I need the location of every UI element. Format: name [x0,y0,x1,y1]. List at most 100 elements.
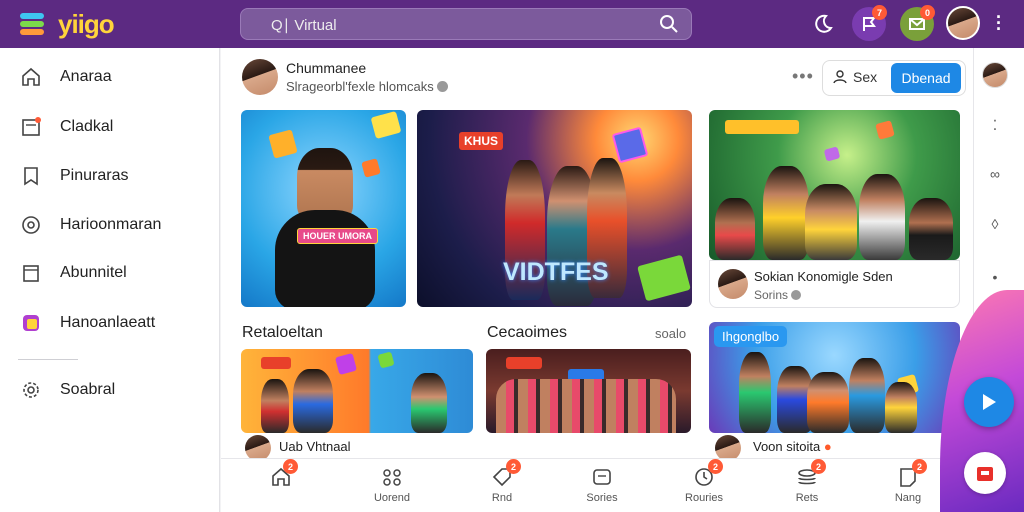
thumbnail-1[interactable] [241,349,473,433]
channel-avatar[interactable] [718,269,748,299]
bottom-nav: 2 Uorend 2 Rnd Sories 2 Rouries 2 Rets 2… [221,458,973,512]
dot-icon[interactable]: • [984,266,1006,288]
top-bar: yiigo Q∣ Virtual 7 0 · · · [0,0,1024,48]
sidebar-item-label: Abunnitel [60,264,127,281]
nav-label: Rets [795,492,819,504]
featured-image-1[interactable]: HOUER UMORA [241,110,406,307]
person [739,352,771,433]
nav-badge: 2 [283,459,298,474]
video-info-card[interactable]: Sokian Konomigle Sden Sorins [709,260,960,308]
brand-logo[interactable]: yiigo [58,9,115,40]
search-bar[interactable]: Q∣ Virtual [240,8,692,40]
chat-icon [590,465,614,489]
post-actions: Sex Dbenad [822,60,966,96]
featured-image-3[interactable] [709,110,960,260]
list-item[interactable]: Uab Vhtnaal [241,433,689,461]
sidebar-item-home[interactable]: Anaraa [18,62,208,92]
post-author[interactable]: Chummanee [286,60,366,76]
post-subtitle: Slrageorbl'fexle hlomcaks [286,79,449,94]
messages-badge: 0 [920,5,935,20]
drop-icon[interactable]: ◊ [984,213,1006,235]
nav-item-home[interactable]: 2 [251,459,311,492]
sidebar-item-inbox[interactable]: Cladkal [18,112,208,142]
user-avatar[interactable] [946,6,980,40]
person-shirt [275,210,375,307]
search-icon[interactable] [659,14,679,34]
sticker [637,254,691,302]
logo-icon [20,13,44,35]
sticker [875,120,895,140]
play-button[interactable] [964,377,1014,427]
list-item-title: Voon sitoita ● [753,439,832,454]
sidebar-item-label: Anaraa [60,68,112,85]
app-icon [18,310,44,336]
home-icon: 2 [269,459,298,489]
sticker [361,158,381,178]
dots-icon[interactable]: ⁚ [984,114,1006,136]
sidebar-item-calendar[interactable]: Abunnitel [18,258,208,288]
list-item-title: Uab Vhtnaal [279,439,351,454]
link-icon[interactable]: ∞ [984,163,1006,185]
rail-avatar[interactable] [982,62,1008,88]
image-banner: KHUS [459,132,504,150]
messages-button[interactable]: 0 [900,5,935,41]
nav-badge: 2 [506,459,521,474]
person [859,174,905,260]
person [715,198,755,260]
more-menu-icon[interactable]: · · · [996,8,1002,38]
search-input[interactable]: Q∣ Virtual [271,16,337,34]
nav-item-tags[interactable]: 2 Rnd [472,459,532,504]
sidebar-item-apps[interactable]: Hanoanlaeatt [18,308,208,338]
shop-button[interactable] [964,452,1006,494]
shop-icon [977,467,993,481]
section-see-all[interactable]: soalo [655,326,686,341]
video-meta: Sorins [754,288,802,302]
nav-badge: 2 [708,459,723,474]
stack-icon: 2 [795,459,826,489]
nav-item-stories[interactable]: Sories [572,465,632,504]
sidebar-item-settings[interactable]: Soabral [18,375,208,405]
user-icon [833,70,847,84]
home-icon [18,64,44,90]
video-title[interactable]: Sokian Konomigle Sden [754,269,893,284]
primary-button[interactable]: Dbenad [891,63,961,93]
image-title: VIDTFES [503,258,609,286]
nav-item-notes[interactable]: 2 Nang [878,459,938,504]
nav-label: Uorend [373,492,411,504]
moon-icon[interactable] [806,7,840,41]
person [885,382,917,433]
post-more-icon[interactable]: ••• [792,66,814,87]
clock-icon: 2 [692,459,723,489]
thumbnail-2[interactable] [486,349,691,433]
nav-item-history[interactable]: 2 Rouries [674,459,734,504]
globe-icon [437,81,449,92]
image-banner [506,357,542,369]
person [411,373,447,433]
sidebar-item-label: Pinuraras [60,167,129,184]
list-item[interactable]: Voon sitoita ● [709,433,960,461]
nav-label: Nang [894,492,922,504]
sidebar-item-label: Soabral [60,381,116,398]
notifications-button[interactable]: 7 [852,5,887,41]
thumbnail-tag[interactable]: Ihgonglbo [714,326,788,347]
nav-item-grid[interactable]: Uorend [362,465,422,504]
sticker [370,111,402,139]
featured-image-2[interactable]: KHUS VIDTFES [417,110,692,307]
sticker [823,146,841,162]
sidebar-item-label: Cladkal [60,118,114,135]
section-title: Retaloeltan [242,324,323,341]
gear-icon [18,377,44,403]
sidebar-item-target[interactable]: Harioonmaran [18,210,208,240]
nav-item-stack[interactable]: 2 Rets [777,459,837,504]
sticker [334,352,358,376]
shirt-print: HOUER UMORA [297,228,378,244]
author-avatar[interactable] [242,59,278,95]
play-icon [983,394,996,410]
crowd [496,379,676,433]
grid-icon [380,465,404,489]
sidebar-item-bookmarks[interactable]: Pinuraras [18,161,208,191]
nav-label: Sories [586,492,618,504]
secondary-button[interactable]: Sex [833,69,877,85]
image-banner [725,120,799,134]
bookmark-icon [18,163,44,189]
